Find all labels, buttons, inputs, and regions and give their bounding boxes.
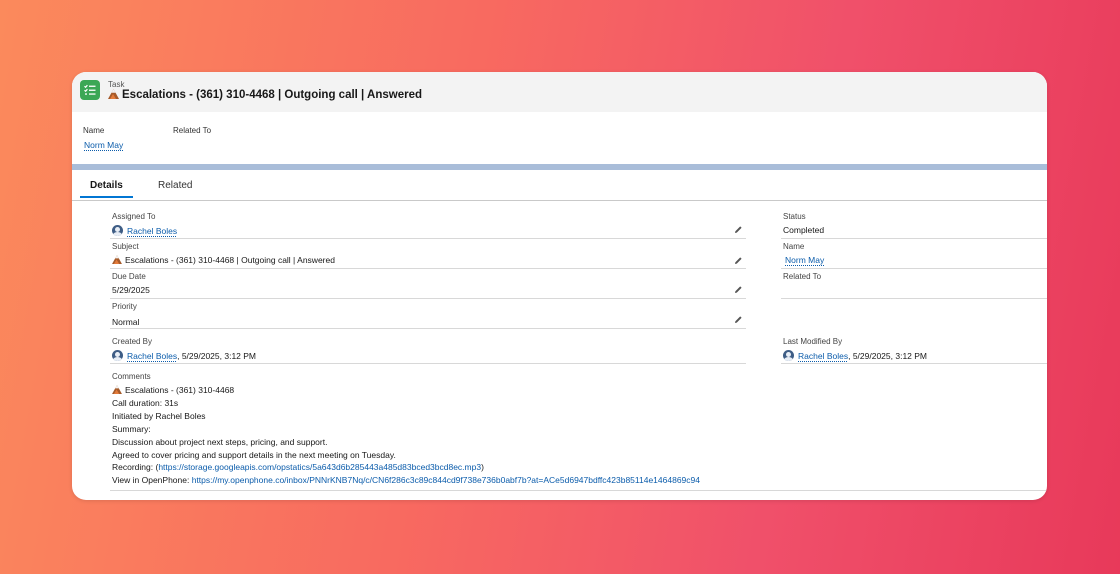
user-avatar-icon [112, 225, 123, 236]
pencil-icon[interactable] [734, 285, 743, 294]
record-title-text: Escalations - (361) 310-4468 | Outgoing … [122, 89, 422, 101]
field-divider [110, 490, 1047, 492]
openphone-prefix: View in OpenPhone: [112, 475, 192, 486]
user-avatar-icon [783, 350, 794, 361]
recording-prefix: Recording: ( [112, 462, 159, 473]
name-label: Name [783, 242, 805, 251]
assigned-to-value: Rachel Boles [112, 225, 177, 236]
highlight-name-label: Name [83, 126, 105, 135]
name-value: Norm May [783, 255, 824, 265]
last-modified-label: Last Modified By [783, 337, 843, 346]
recording-suffix: ) [481, 462, 484, 473]
name-link[interactable]: Norm May [785, 255, 824, 265]
comment-line: Summary: [112, 423, 151, 434]
last-modified-value: Rachel Boles, 5/29/2025, 3:12 PM [783, 350, 927, 361]
last-modified-date: , 5/29/2025, 3:12 PM [848, 351, 928, 361]
field-divider [110, 268, 746, 269]
field-divider [781, 298, 1047, 299]
user-avatar-icon [112, 350, 123, 361]
record-tabs: Details Related [72, 170, 1047, 201]
field-divider [110, 363, 746, 364]
comment-first-line: Escalations - (361) 310-4468 [125, 385, 235, 395]
comment-recording-line: Recording: (https://storage.googleapis.c… [112, 461, 747, 474]
last-modified-link[interactable]: Rachel Boles [798, 351, 848, 361]
priority-value: Normal [112, 317, 140, 327]
status-value: Completed [783, 225, 825, 235]
mountain-icon [108, 89, 119, 99]
comment-openphone-line: View in OpenPhone: https://my.openphone.… [112, 474, 747, 487]
pencil-icon[interactable] [734, 315, 743, 324]
object-type-label: Task [108, 80, 125, 89]
mountain-icon [112, 255, 122, 264]
created-by-date: , 5/29/2025, 3:12 PM [177, 351, 257, 361]
field-divider [781, 268, 1047, 269]
highlight-related-label: Related To [173, 126, 212, 135]
field-divider [110, 328, 746, 329]
created-by-value: Rachel Boles, 5/29/2025, 3:12 PM [112, 350, 256, 361]
record-header: Task Escalations - (361) 310-4468 | Outg… [72, 72, 1047, 112]
comment-line: Call duration: 31s [112, 397, 179, 408]
active-tab-indicator [80, 196, 133, 198]
record-title: Escalations - (361) 310-4468 | Outgoing … [108, 89, 422, 101]
subject-value: Escalations - (361) 310-4468 | Outgoing … [112, 255, 335, 265]
assigned-to-label: Assigned To [112, 212, 156, 221]
comment-line: Initiated by Rachel Boles [112, 410, 206, 421]
field-divider [110, 238, 746, 239]
comments-label: Comments [112, 372, 151, 381]
assigned-to-link[interactable]: Rachel Boles [127, 226, 177, 236]
due-date-label: Due Date [112, 272, 146, 281]
field-divider [110, 298, 746, 299]
comment-line: Agreed to cover pricing and support deta… [112, 449, 396, 460]
priority-label: Priority [112, 302, 137, 311]
field-comments: Comments Escalations - (361) 310-4468 Ca… [110, 372, 1047, 492]
field-divider [781, 238, 1047, 239]
subject-label: Subject [112, 242, 139, 251]
pencil-icon[interactable] [734, 225, 743, 234]
due-date-value: 5/29/2025 [112, 285, 150, 295]
tab-related[interactable]: Related [158, 180, 192, 191]
related-to-label: Related To [783, 272, 822, 281]
comment-line: Discussion about project next steps, pri… [112, 436, 328, 447]
comment-line: Escalations - (361) 310-4468 [112, 384, 747, 397]
recording-link[interactable]: https://storage.googleapis.com/opstatics… [158, 462, 481, 472]
openphone-link[interactable]: https://my.openphone.co/inbox/PNNrKNB7Nq… [192, 475, 700, 485]
created-by-link[interactable]: Rachel Boles [127, 351, 177, 361]
mountain-icon [112, 385, 122, 394]
subject-text: Escalations - (361) 310-4468 | Outgoing … [125, 255, 335, 265]
task-record-card: Task Escalations - (361) 310-4468 | Outg… [72, 72, 1047, 500]
tab-details[interactable]: Details [90, 180, 123, 191]
status-label: Status [783, 212, 806, 221]
field-divider [781, 363, 1047, 364]
highlight-name-link[interactable]: Norm May [84, 140, 123, 150]
task-icon [80, 80, 100, 100]
pencil-icon[interactable] [734, 256, 743, 265]
created-by-label: Created By [112, 337, 153, 346]
